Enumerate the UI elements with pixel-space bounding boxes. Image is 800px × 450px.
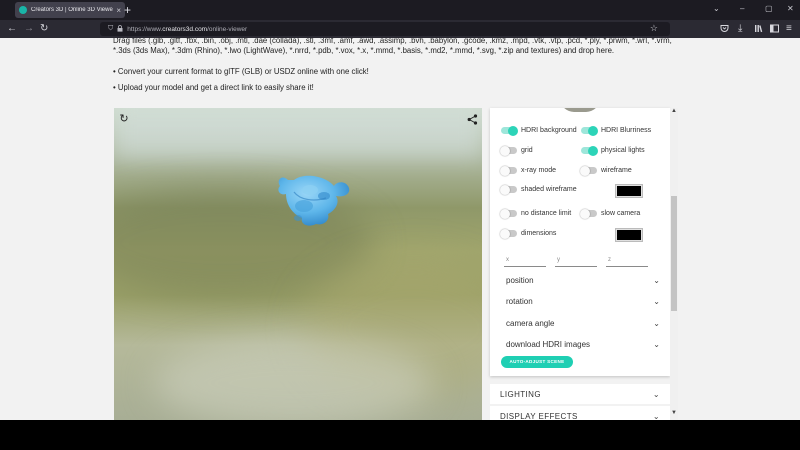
toggle-dimensions[interactable]: dimensions bbox=[500, 228, 557, 239]
chevron-down-icon: ⌄ bbox=[652, 389, 660, 399]
toggle-slow-camera[interactable]: slow camera bbox=[580, 208, 641, 219]
toggle-switch[interactable] bbox=[500, 228, 517, 239]
url-bar[interactable]: ⛉ https://www.creators3d.com/online-view… bbox=[100, 22, 670, 36]
toggle-switch[interactable] bbox=[500, 165, 517, 176]
toggle-switch[interactable] bbox=[500, 184, 517, 195]
toggle-switch[interactable] bbox=[581, 145, 598, 156]
auto-adjust-scene-button[interactable]: AUTO-ADJUST SCENE bbox=[501, 356, 573, 368]
tab-title: Creators 3D | Online 3D Viewer bbox=[31, 7, 114, 13]
scroll-up-icon[interactable]: ▲ bbox=[670, 108, 678, 114]
toggle-switch[interactable] bbox=[580, 208, 597, 219]
toggle-label: grid bbox=[521, 147, 533, 154]
coord-y-input[interactable]: y bbox=[555, 256, 597, 267]
upload-feature-text: • Upload your model and get a direct lin… bbox=[113, 83, 314, 92]
section-lighting[interactable]: LIGHTING ⌄ bbox=[490, 384, 670, 404]
convert-feature-text: • Convert your current format to glTF (G… bbox=[113, 67, 369, 76]
page-content: Drag files (.glb, .gltf, .fbx, .bin, .ob… bbox=[0, 38, 800, 420]
panel-header-image bbox=[560, 108, 600, 112]
maximize-button[interactable]: ▢ bbox=[765, 4, 773, 14]
viewer-settings-panel: HDRI background HDRI Blurriness grid phy… bbox=[490, 108, 670, 376]
downloads-icon[interactable]: ⤓ bbox=[738, 22, 742, 36]
toggle-hdri-background[interactable]: HDRI background bbox=[501, 125, 577, 136]
toggle-label: physical lights bbox=[601, 147, 645, 154]
toggle-label: HDRI Blurriness bbox=[601, 127, 652, 134]
toggle-switch[interactable] bbox=[580, 165, 597, 176]
toggle-label: slow camera bbox=[601, 210, 641, 217]
screen-bottom-letterbox bbox=[0, 420, 800, 450]
toggle-switch[interactable] bbox=[581, 125, 598, 136]
toggle-switch[interactable] bbox=[501, 125, 518, 136]
accordion-camera-angle[interactable]: camera angle ⌄ bbox=[506, 313, 660, 333]
browser-tab[interactable]: Creators 3D | Online 3D Viewer × bbox=[15, 2, 125, 18]
section-display-effects[interactable]: DISPLAY EFFECTS ⌄ bbox=[490, 406, 670, 420]
toggle-label: wireframe bbox=[601, 167, 632, 174]
reload-icon[interactable]: ↻ bbox=[40, 22, 48, 36]
accordion-label: position bbox=[506, 275, 534, 285]
wireframe-color-picker[interactable] bbox=[615, 184, 643, 198]
supported-formats-text: Drag files (.glb, .gltf, .fbx, .bin, .ob… bbox=[113, 38, 672, 55]
toggle-switch[interactable] bbox=[500, 145, 517, 156]
toggle-shaded-wireframe[interactable]: shaded wireframe bbox=[500, 184, 577, 195]
browser-nav-bar: ← → ↻ ⛉ https://www.creators3d.com/onlin… bbox=[0, 20, 800, 38]
library-icon[interactable] bbox=[754, 22, 763, 38]
minimize-button[interactable]: – bbox=[740, 4, 744, 14]
3d-viewer-canvas[interactable]: ↻ bbox=[114, 108, 482, 420]
section-label: DISPLAY EFFECTS bbox=[500, 411, 578, 421]
chevron-down-icon: ⌄ bbox=[652, 411, 660, 421]
browser-tab-bar: Creators 3D | Online 3D Viewer × + ⌄ – ▢… bbox=[0, 0, 800, 20]
accordion-label: rotation bbox=[506, 296, 533, 306]
toggle-no-distance-limit[interactable]: no distance limit bbox=[500, 208, 572, 219]
forward-icon[interactable]: → bbox=[24, 22, 34, 36]
accordion-rotation[interactable]: rotation ⌄ bbox=[506, 291, 660, 311]
reset-view-icon[interactable]: ↻ bbox=[117, 112, 131, 126]
toggle-wireframe[interactable]: wireframe bbox=[580, 165, 632, 176]
toggle-physical-lights[interactable]: physical lights bbox=[581, 145, 645, 156]
chevron-down-icon: ⌄ bbox=[653, 339, 660, 349]
chevron-down-icon: ⌄ bbox=[653, 296, 660, 306]
toggle-x-ray-mode[interactable]: x-ray mode bbox=[500, 165, 557, 176]
scroll-down-icon[interactable]: ▼ bbox=[670, 410, 678, 416]
back-icon[interactable]: ← bbox=[7, 22, 17, 36]
toggle-grid[interactable]: grid bbox=[500, 145, 533, 156]
toggle-hdri-blurriness[interactable]: HDRI Blurriness bbox=[581, 125, 652, 136]
new-tab-button[interactable]: + bbox=[124, 3, 131, 17]
toggle-label: HDRI background bbox=[521, 127, 577, 134]
section-label: LIGHTING bbox=[500, 389, 541, 399]
chevron-down-icon: ⌄ bbox=[653, 275, 660, 285]
share-icon[interactable] bbox=[465, 112, 479, 126]
coord-z-input[interactable]: z bbox=[606, 256, 648, 267]
toggle-label: x-ray mode bbox=[521, 167, 557, 174]
toggle-label: no distance limit bbox=[521, 210, 572, 217]
close-window-button[interactable]: ✕ bbox=[787, 4, 794, 14]
toggle-switch[interactable] bbox=[500, 208, 517, 219]
site-favicon-icon bbox=[19, 6, 27, 14]
toggle-label: shaded wireframe bbox=[521, 186, 577, 193]
coord-x-input[interactable]: x bbox=[504, 256, 546, 267]
dimensions-color-picker[interactable] bbox=[615, 228, 643, 242]
tab-list-icon[interactable]: ⌄ bbox=[713, 4, 720, 14]
scroll-thumb[interactable] bbox=[671, 196, 677, 311]
sidebar-icon[interactable] bbox=[770, 22, 779, 38]
accordion-label: download HDRI images bbox=[506, 339, 591, 349]
3d-model-monkey-head[interactable] bbox=[274, 170, 354, 228]
chevron-down-icon: ⌄ bbox=[653, 318, 660, 328]
menu-icon[interactable]: ≡ bbox=[786, 22, 792, 36]
lock-icon[interactable] bbox=[117, 24, 123, 34]
shield-icon[interactable]: ⛉ bbox=[108, 25, 113, 33]
accordion-position[interactable]: position ⌄ bbox=[506, 270, 660, 290]
bookmark-star-icon[interactable]: ☆ bbox=[650, 23, 658, 34]
settings-scrollbar[interactable]: ▲ ▼ bbox=[670, 108, 678, 420]
url-text: https://www.creators3d.com/online-viewer bbox=[127, 25, 248, 33]
accordion-label: camera angle bbox=[506, 318, 555, 328]
accordion-download-hdri[interactable]: download HDRI images ⌄ bbox=[506, 334, 660, 354]
toggle-label: dimensions bbox=[521, 230, 557, 237]
close-tab-icon[interactable]: × bbox=[116, 6, 121, 15]
pocket-icon[interactable] bbox=[720, 22, 729, 38]
